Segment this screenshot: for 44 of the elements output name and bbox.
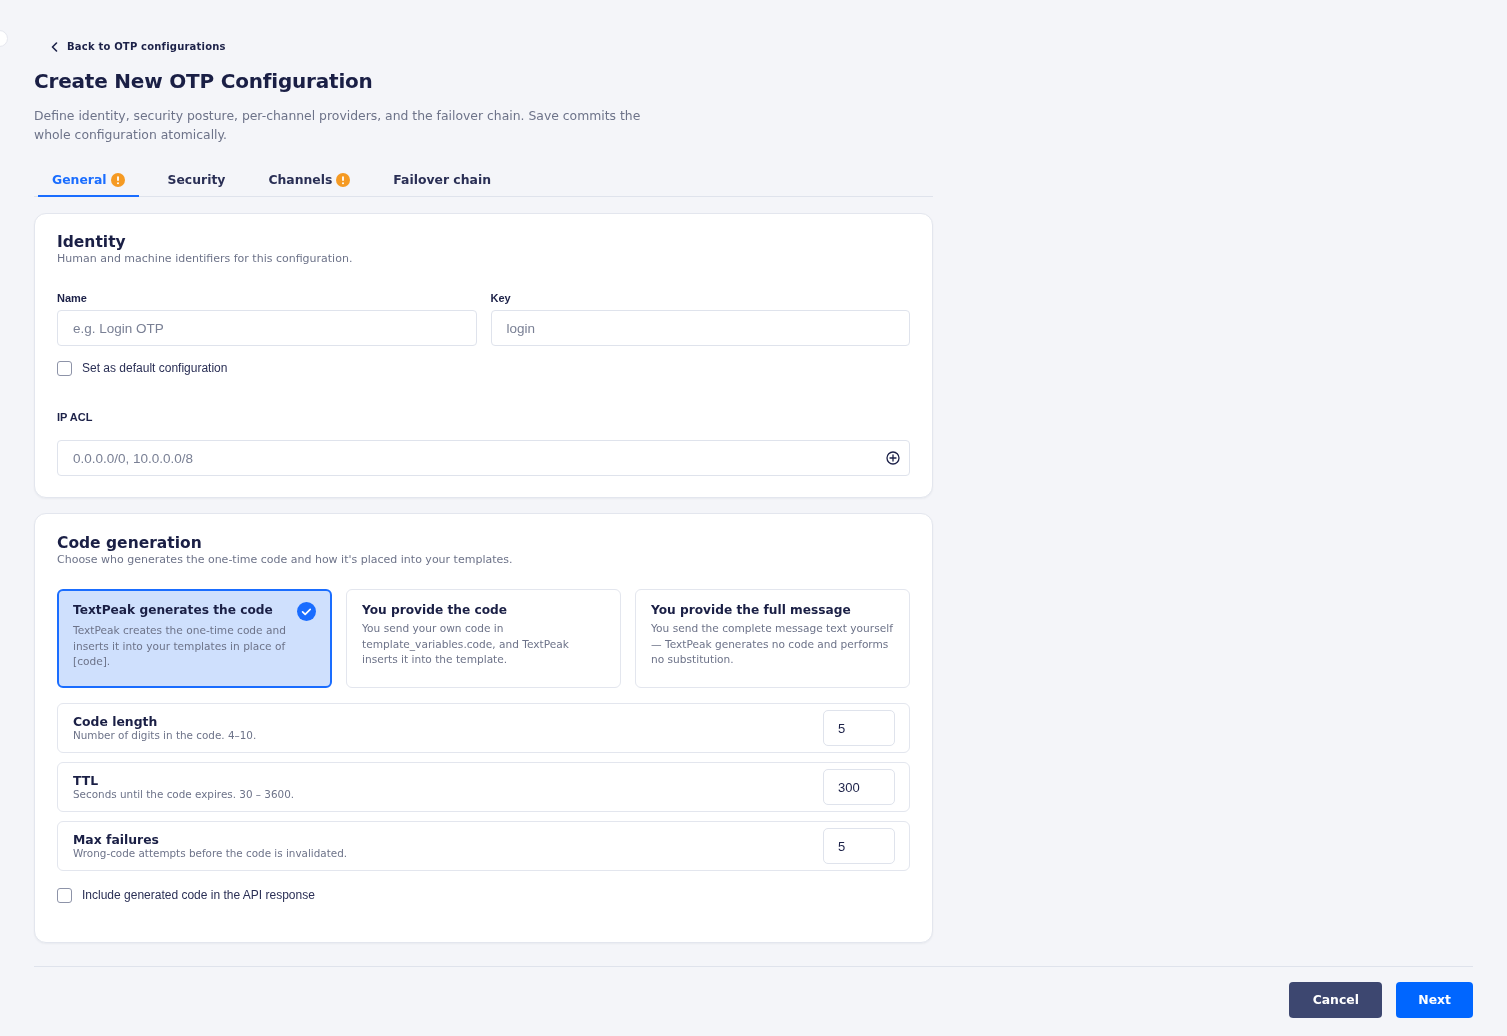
option-title: TextPeak generates the code bbox=[73, 602, 273, 620]
setting-hint: Seconds until the code expires. 30 – 3600. bbox=[73, 788, 296, 802]
option-card[interactable]: TextPeak generates the code TextPeak creates the one-time code and inserts it into your templates in place of [code]. bbox=[57, 589, 332, 689]
section-title: Identity bbox=[57, 233, 127, 253]
page-title: Create New OTP Configuration bbox=[34, 68, 374, 93]
add-circle-icon bbox=[886, 451, 900, 466]
ip-acl-field[interactable]: 0.0.0.0/0, 10.0.0.0/8 bbox=[57, 440, 910, 477]
field-label: IP ACL bbox=[57, 410, 94, 425]
setting-hint: Number of digits in the code. 4–10. bbox=[73, 729, 258, 743]
section-title: Code generation bbox=[57, 534, 203, 554]
field-label: Name bbox=[57, 291, 88, 306]
number-field[interactable]: 5 bbox=[823, 828, 895, 865]
next-button[interactable]: Next bbox=[1396, 982, 1473, 1019]
text-field[interactable]: login bbox=[490, 310, 910, 347]
checkbox-label: Include generated code in the API response bbox=[82, 888, 315, 904]
option-title: You provide the code bbox=[362, 602, 508, 620]
back-link[interactable]: Back to OTP configurations bbox=[51, 39, 226, 54]
option-description: You send the complete message text yourself — TextPeak generates no code and performs no substitution. bbox=[651, 621, 894, 668]
setting-label: Max failures bbox=[73, 832, 160, 848]
number-field[interactable]: 5 bbox=[823, 710, 895, 747]
page-description: Define identity, security posture, per-channel providers, and the failover chain. Save commits the whole configuration atomically. bbox=[34, 106, 642, 144]
tab[interactable]: General bbox=[38, 167, 139, 198]
setting-label: TTL bbox=[73, 773, 100, 789]
option-title: You provide the full message bbox=[651, 602, 851, 620]
check-circle-icon bbox=[297, 602, 316, 622]
cancel-button[interactable]: Cancel bbox=[1289, 982, 1383, 1019]
setting-label: Code length bbox=[73, 714, 159, 730]
checkbox-label: Set as default configuration bbox=[82, 361, 228, 377]
tab[interactable]: Failover chain bbox=[379, 167, 505, 198]
section-subtitle: Choose who generates the one-time code and how it's placed into your templates. bbox=[57, 553, 514, 568]
option-card[interactable]: You provide the full message You send the complete message text yourself — TextPeak generates no code and performs no substitution. bbox=[635, 589, 910, 689]
checkbox[interactable] bbox=[57, 361, 72, 377]
option-description: TextPeak creates the one-time code and inserts it into your templates in place of [code]. bbox=[73, 623, 287, 670]
field-label: Key bbox=[490, 291, 512, 306]
tab[interactable]: Channels bbox=[254, 167, 365, 198]
text-field[interactable]: e.g. Login OTP bbox=[57, 310, 477, 347]
chevron-left-icon bbox=[51, 41, 58, 52]
section-subtitle: Human and machine identifiers for this configuration. bbox=[57, 252, 354, 267]
checkbox[interactable] bbox=[57, 888, 72, 904]
tab[interactable]: Security bbox=[153, 167, 240, 198]
number-field[interactable]: 300 bbox=[823, 769, 895, 806]
option-description: You send your own code in template_variables.code, and TextPeak inserts it into the template. bbox=[362, 621, 570, 668]
option-card[interactable]: You provide the code You send your own code in template_variables.code, and TextPeak inserts it into the template. bbox=[346, 589, 621, 689]
setting-hint: Wrong-code attempts before the code is invalidated. bbox=[73, 847, 349, 861]
